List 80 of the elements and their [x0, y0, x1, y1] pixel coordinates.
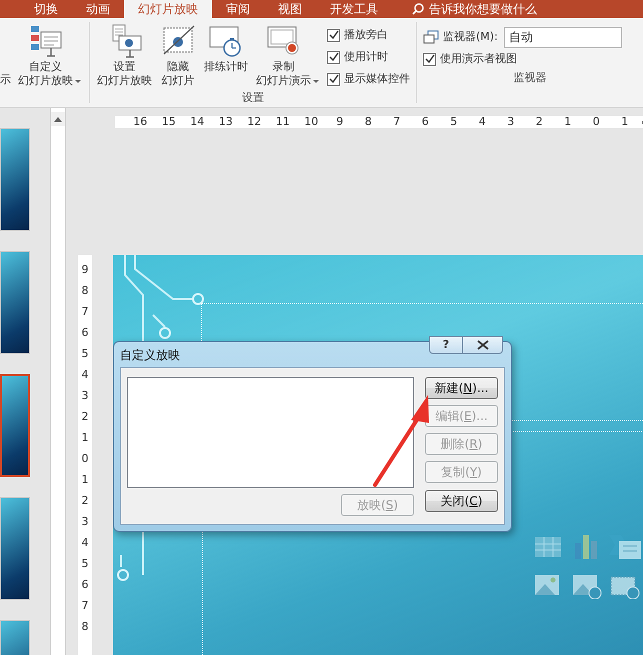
up-arrow-icon: [54, 116, 62, 122]
ruler-number: 1: [564, 115, 572, 128]
ruler-number: 8: [80, 284, 90, 299]
ruler-number: 0: [592, 115, 600, 128]
ribbon-button[interactable]: 设置 幻灯片放映: [96, 22, 153, 90]
ruler-number: 3: [507, 115, 514, 128]
ruler-number: 6: [422, 115, 429, 128]
ruler-number: 8: [80, 620, 90, 635]
ruler-number: 5: [80, 347, 90, 362]
ruler-number: 0: [80, 452, 90, 467]
ruler-number: 13: [218, 115, 233, 128]
ruler-number: 9: [80, 263, 90, 278]
tell-me-search[interactable]: 告诉我你想要做什么: [406, 0, 543, 18]
group-label: 监视器: [512, 70, 548, 86]
ruler-number: 3: [80, 389, 90, 404]
checkbox-label: 显示媒体控件: [344, 70, 410, 87]
ribbon-button[interactable]: 隐藏 幻灯片: [159, 22, 197, 90]
ruler-number: 11: [276, 115, 290, 128]
monitor-select[interactable]: 自动: [504, 26, 622, 48]
custom-show-list[interactable]: [127, 377, 414, 488]
dialog-title: 自定义放映: [120, 346, 180, 364]
field-label: 监视器(M):: [443, 28, 498, 45]
ruler-number: 12: [247, 115, 262, 128]
checkbox-label: 播放旁白: [344, 26, 388, 43]
ruler-number: 15: [162, 115, 176, 128]
ribbon-button-label: 示: [0, 72, 11, 88]
ruler-number: 6: [80, 326, 90, 341]
search-icon: [412, 3, 424, 15]
monitors-icon: [423, 30, 439, 44]
ruler-number: 14: [190, 115, 204, 128]
checkbox-label: 使用计时: [344, 48, 388, 65]
checkbox[interactable]: [423, 52, 436, 66]
ruler-number: 10: [304, 115, 318, 128]
checkmark-icon: [328, 30, 338, 40]
ruler-number: 3: [80, 515, 90, 530]
ribbon-button[interactable]: 自定义 幻灯片放映: [17, 22, 74, 90]
close-icon: [476, 340, 488, 350]
ribbon-tab[interactable]: 幻灯片放映: [124, 0, 212, 18]
dialog-button[interactable]: 新建(N)...: [425, 377, 498, 399]
group-label: 设置: [241, 90, 265, 106]
ribbon-tab[interactable]: 动画: [72, 0, 124, 18]
ruler-number: 2: [80, 494, 90, 509]
ruler-number: 2: [80, 410, 90, 425]
close-button[interactable]: [463, 336, 503, 354]
ruler-number: 16: [133, 115, 148, 128]
slide-thumbnail[interactable]: [0, 374, 30, 477]
ruler-number: 6: [80, 578, 90, 593]
ruler-number: 2: [536, 115, 543, 128]
checkbox[interactable]: [327, 72, 340, 86]
ribbon-tab[interactable]: 切换: [20, 0, 72, 18]
ruler-number: 8: [364, 115, 372, 128]
ruler-number: 5: [80, 557, 90, 572]
ribbon-tab[interactable]: 视图: [264, 0, 316, 18]
ruler-number: 1: [80, 431, 90, 446]
ruler-number: 5: [450, 115, 458, 128]
checkmark-icon: [328, 52, 338, 62]
slide-thumbnail[interactable]: [0, 497, 30, 600]
checkmark-icon: [424, 54, 434, 64]
help-button[interactable]: ?: [429, 336, 463, 354]
ruler-number: 1: [621, 115, 628, 128]
slide-thumbnail[interactable]: [0, 128, 30, 231]
ruler-number: 4: [80, 368, 90, 383]
checkbox[interactable]: [327, 28, 340, 42]
checkbox-label: 使用演示者视图: [440, 50, 517, 67]
ruler-number: 9: [336, 115, 344, 128]
ruler-number: 4: [80, 536, 90, 551]
ruler-number: 7: [393, 115, 400, 128]
slide-thumbnail[interactable]: [0, 251, 30, 354]
checkmark-icon: [328, 74, 338, 84]
ribbon-tab[interactable]: 开发工具: [316, 0, 392, 18]
ribbon-button[interactable]: 排练计时: [203, 22, 249, 76]
ruler-number: 7: [80, 599, 90, 614]
scroll-up-button[interactable]: [51, 112, 65, 126]
ruler-number: 4: [478, 115, 486, 128]
ribbon-tab[interactable]: 审阅: [212, 0, 264, 18]
ruler-number: 1: [80, 473, 90, 488]
checkbox[interactable]: [327, 50, 340, 64]
ruler-number: 7: [80, 305, 90, 320]
dialog-button[interactable]: 关闭(C): [425, 490, 498, 512]
ribbon-button[interactable]: 录制 幻灯片演示: [255, 22, 312, 90]
